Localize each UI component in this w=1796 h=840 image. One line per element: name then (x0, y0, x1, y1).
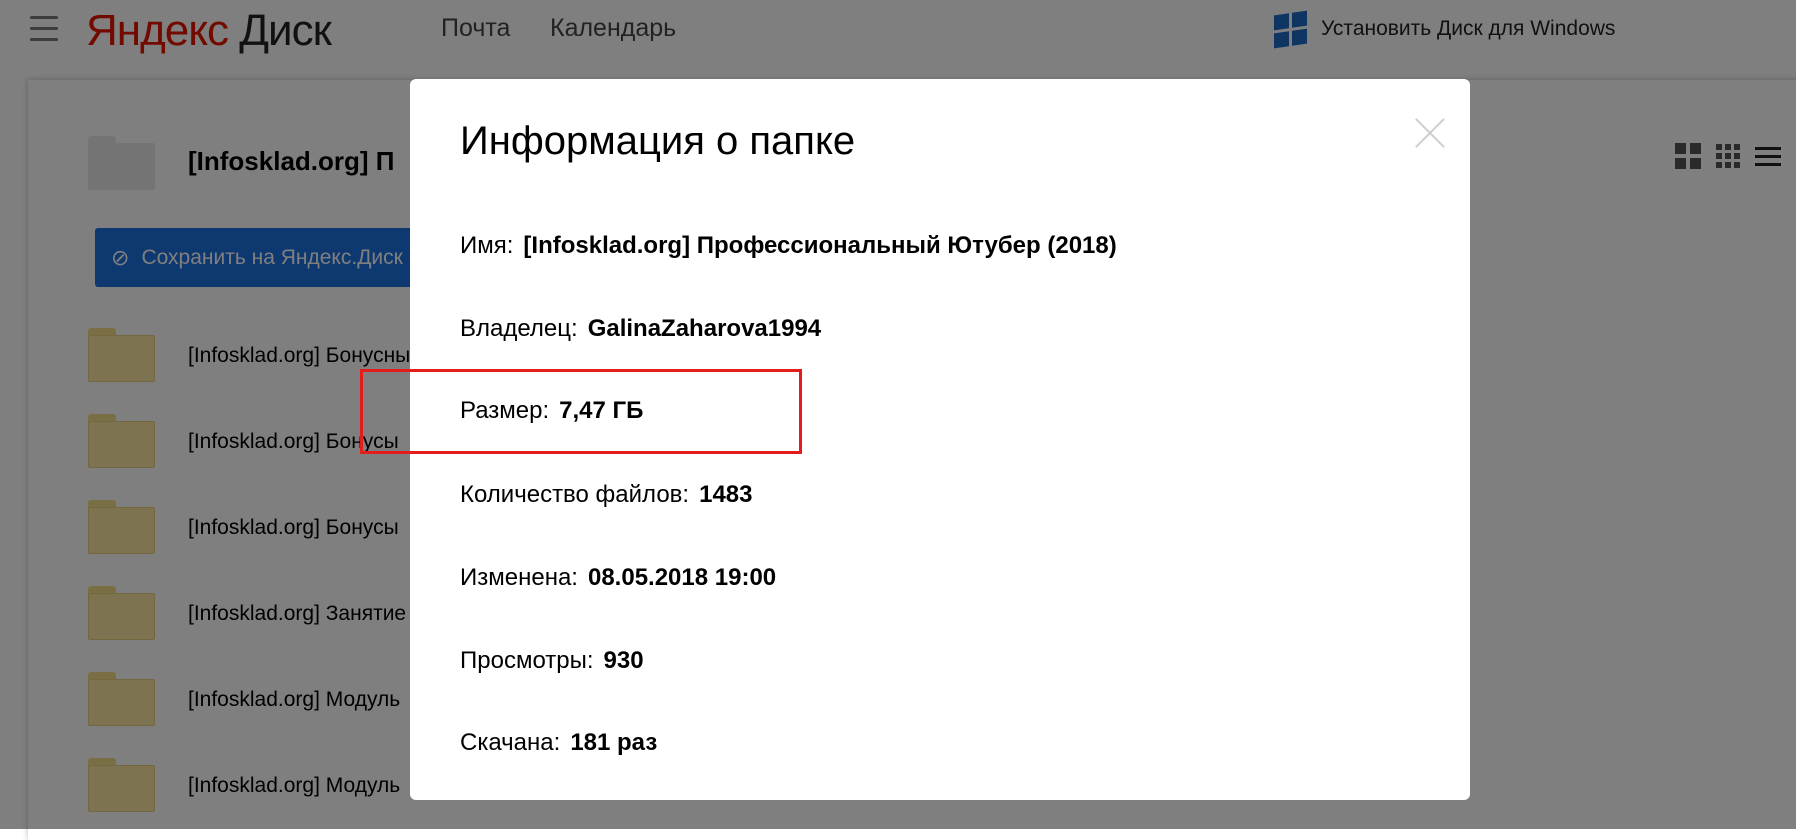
dialog-title: Информация о папке (460, 119, 856, 163)
info-row-downloads: Скачана: 181 раз (460, 729, 657, 757)
info-row-file-count: Количество файлов: 1483 (460, 481, 752, 509)
info-value: 1483 (699, 481, 753, 508)
info-label: Скачана: (460, 729, 561, 756)
info-value: 181 раз (570, 729, 658, 756)
info-label: Изменена: (460, 564, 578, 591)
info-row-views: Просмотры: 930 (460, 647, 644, 675)
info-row-name: Имя: [Infosklad.org] Профессиональный Юту… (460, 232, 1117, 260)
info-value: [Infosklad.org] Профессиональный Ютубер … (523, 232, 1117, 259)
info-label: Имя: (460, 232, 514, 259)
info-value: 930 (603, 647, 644, 674)
info-label: Владелец: (460, 315, 578, 342)
info-value: 08.05.2018 19:00 (587, 564, 777, 591)
info-label: Просмотры: (460, 647, 594, 674)
size-highlight-box (360, 369, 802, 454)
info-row-owner: Владелец: GalinaZaharova1994 (460, 315, 821, 343)
info-label: Количество файлов: (460, 481, 690, 508)
close-icon[interactable] (1414, 117, 1446, 149)
info-value: GalinaZaharova1994 (587, 315, 822, 342)
info-row-modified: Изменена: 08.05.2018 19:00 (460, 564, 776, 592)
